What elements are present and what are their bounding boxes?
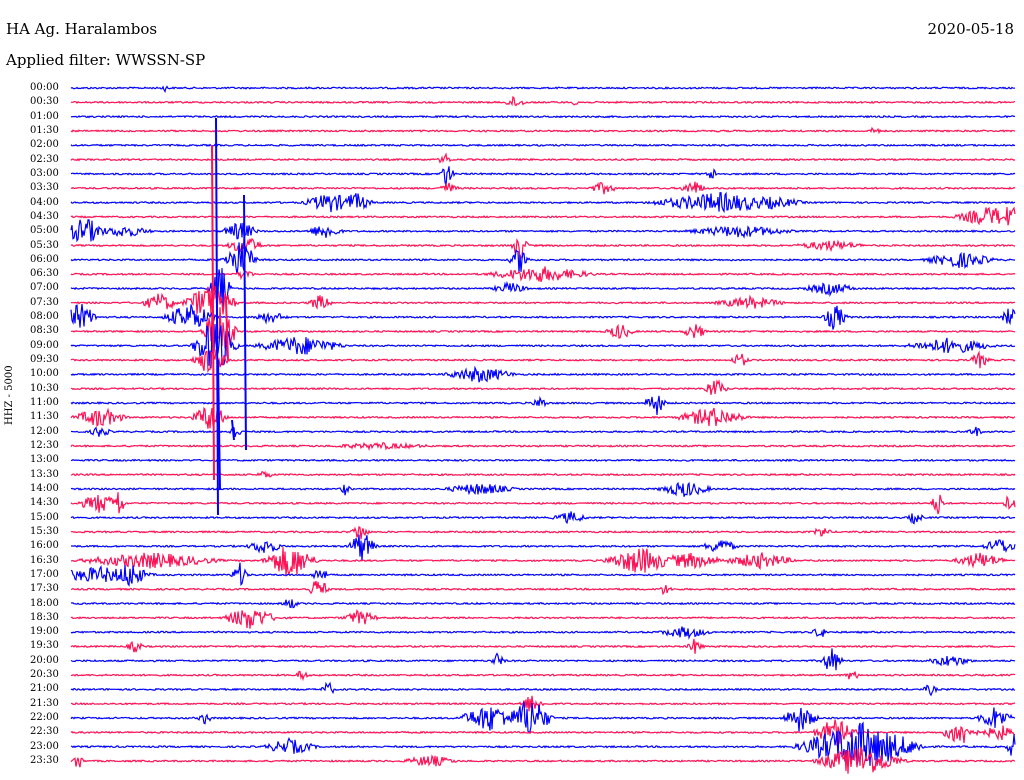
trace-line	[71, 426, 1016, 438]
trace-line	[70, 547, 1016, 577]
trace-line	[70, 599, 1016, 609]
trace-line	[70, 721, 1016, 766]
trace-line	[70, 695, 1016, 712]
trace-line	[70, 126, 1016, 135]
trace-line	[70, 95, 1015, 107]
trace-line	[70, 580, 1016, 596]
trace-line	[70, 626, 1016, 640]
trace-line	[71, 534, 1016, 562]
trace-line	[70, 492, 1016, 515]
trace-line	[70, 681, 1016, 697]
trace-line	[70, 511, 1016, 525]
trace-line	[70, 562, 1016, 587]
trace-line	[70, 470, 1016, 478]
trace-line	[70, 481, 1016, 497]
quake-spike	[215, 117, 219, 516]
trace-line	[70, 85, 1016, 94]
trace-line	[70, 638, 1016, 654]
trace-line	[70, 441, 1016, 452]
trace-line	[70, 608, 1016, 629]
trace-line	[70, 648, 1016, 671]
helicorder-plot	[70, 85, 1016, 774]
trace-line	[70, 670, 1016, 682]
trace-line	[70, 114, 1016, 119]
trace-line	[70, 458, 1016, 463]
quake-spike	[211, 144, 215, 481]
quake-spike	[231, 419, 235, 441]
trace-line	[70, 701, 1016, 734]
trace-line	[70, 525, 1016, 540]
